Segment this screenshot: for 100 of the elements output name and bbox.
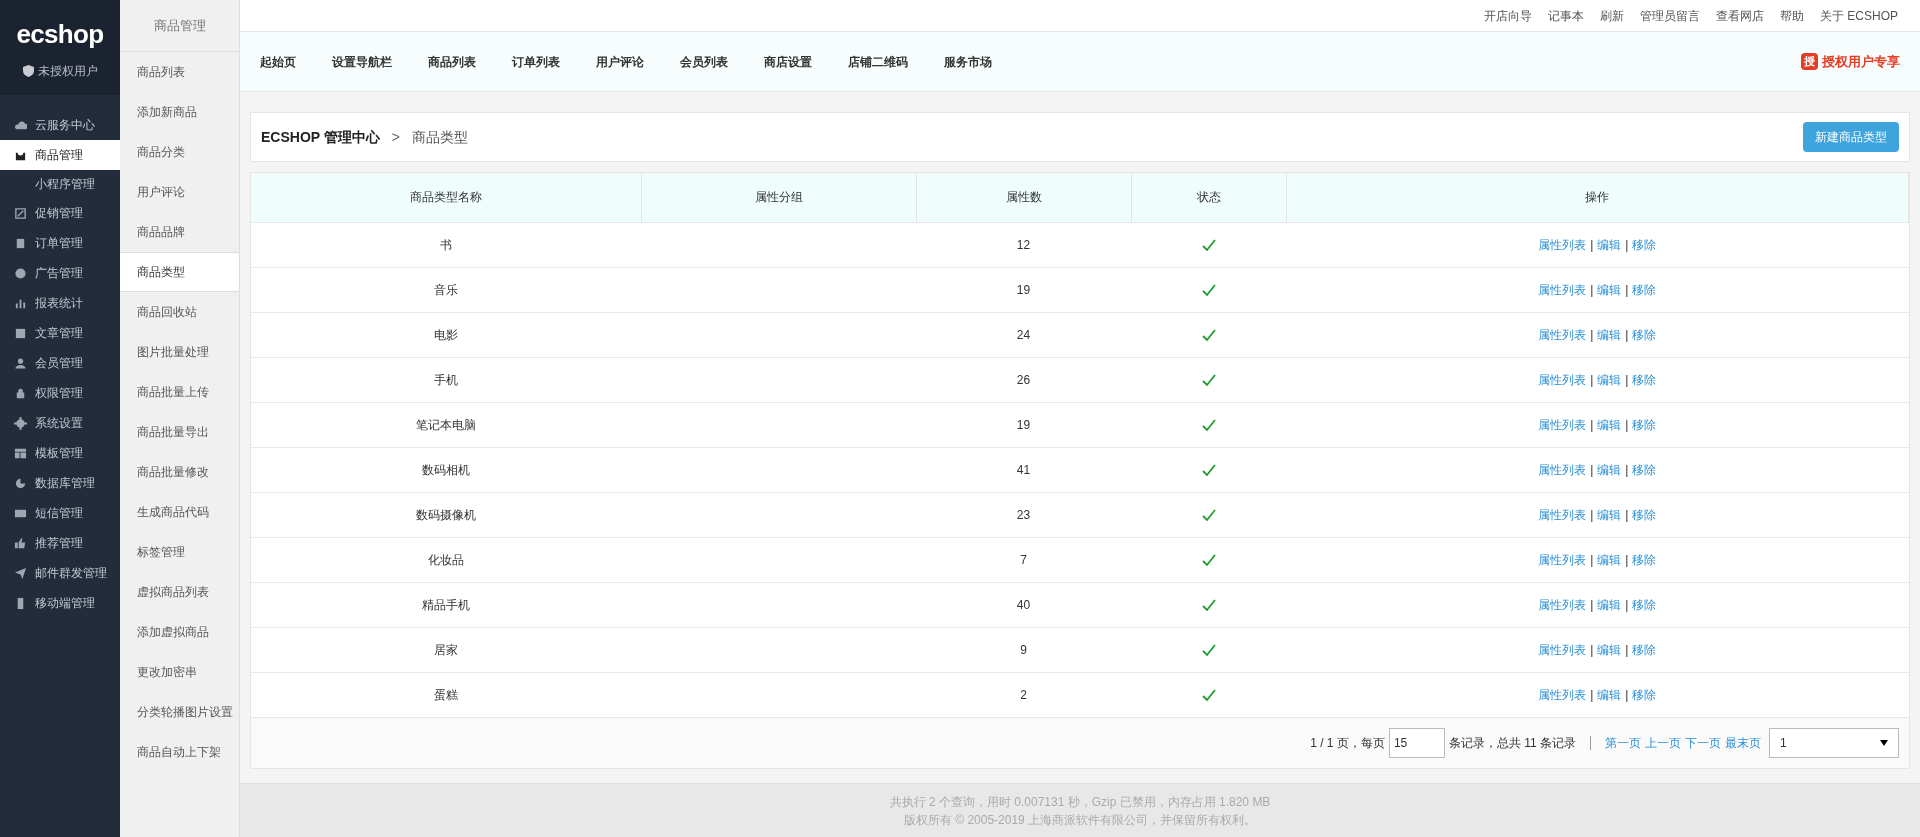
action-link[interactable]: 编辑 — [1597, 370, 1622, 389]
action-link[interactable]: 移除 — [1632, 325, 1657, 344]
action-link[interactable]: 移除 — [1632, 550, 1657, 569]
submenu-item[interactable]: 添加虚拟商品 — [120, 612, 239, 652]
sidebar-item[interactable]: 模板管理 — [0, 438, 120, 468]
submenu-item[interactable]: 商品自动上下架 — [120, 732, 239, 772]
top-link[interactable]: 帮助 — [1780, 6, 1804, 25]
action-link[interactable]: 编辑 — [1597, 325, 1622, 344]
action-link[interactable]: 移除 — [1632, 370, 1657, 389]
sidebar-item[interactable]: 促销管理 — [0, 198, 120, 228]
table-cell: 26 — [916, 357, 1131, 402]
table-cell: 40 — [916, 582, 1131, 627]
nav-link[interactable]: 会员列表 — [680, 52, 728, 71]
sidebar-item[interactable]: 报表统计 — [0, 288, 120, 318]
action-link[interactable]: 移除 — [1632, 460, 1657, 479]
submenu-item[interactable]: 商品批量上传 — [120, 372, 239, 412]
submenu-item[interactable]: 商品品牌 — [120, 212, 239, 252]
action-link[interactable]: 移除 — [1632, 280, 1657, 299]
action-link[interactable]: 移除 — [1632, 505, 1657, 524]
action-link[interactable]: 属性列表 — [1538, 415, 1587, 434]
page-size-field[interactable]: 15 — [1388, 728, 1445, 758]
sidebar-item[interactable]: 数据库管理 — [0, 468, 120, 498]
top-link[interactable]: 记事本 — [1548, 6, 1584, 25]
submenu-item[interactable]: 图片批量处理 — [120, 332, 239, 372]
top-link[interactable]: 开店向导 — [1484, 6, 1532, 25]
sidebar-subitem[interactable]: 小程序管理 — [0, 170, 120, 198]
submenu-item[interactable]: 虚拟商品列表 — [120, 572, 239, 612]
action-link[interactable]: 属性列表 — [1538, 370, 1587, 389]
link-separator: | — [1590, 326, 1594, 344]
action-link[interactable]: 编辑 — [1597, 685, 1622, 704]
sidebar-item[interactable]: 广告管理 — [0, 258, 120, 288]
nav-link[interactable]: 设置导航栏 — [332, 52, 392, 71]
sidebar-item[interactable]: 订单管理 — [0, 228, 120, 258]
nav-link[interactable]: 订单列表 — [512, 52, 560, 71]
action-link[interactable]: 移除 — [1632, 685, 1657, 704]
sidebar-item[interactable]: 系统设置 — [0, 408, 120, 438]
submenu-item[interactable]: 商品列表 — [120, 52, 239, 92]
submenu-item[interactable]: 用户评论 — [120, 172, 239, 212]
action-link[interactable]: 编辑 — [1597, 415, 1622, 434]
nav-link[interactable]: 起始页 — [260, 52, 296, 71]
page-select[interactable]: 1 — [1769, 728, 1899, 758]
action-link[interactable]: 编辑 — [1597, 280, 1622, 299]
sidebar-item[interactable]: 商品管理 — [0, 140, 120, 170]
action-link[interactable]: 属性列表 — [1538, 460, 1587, 479]
user-status: 未授权用户 — [37, 63, 98, 80]
breadcrumb-root[interactable]: ECSHOP 管理中心 — [261, 126, 380, 148]
action-link[interactable]: 属性列表 — [1538, 640, 1587, 659]
sidebar-item[interactable]: 文章管理 — [0, 318, 120, 348]
submenu-item[interactable]: 添加新商品 — [120, 92, 239, 132]
action-link[interactable]: 编辑 — [1597, 550, 1622, 569]
action-link[interactable]: 编辑 — [1597, 460, 1622, 479]
submenu-item[interactable]: 商品批量修改 — [120, 452, 239, 492]
page-link[interactable]: 下一页 — [1685, 734, 1721, 752]
action-link[interactable]: 移除 — [1632, 415, 1657, 434]
submenu-item[interactable]: 商品分类 — [120, 132, 239, 172]
sidebar-item[interactable]: 推荐管理 — [0, 528, 120, 558]
action-link[interactable]: 编辑 — [1597, 595, 1622, 614]
sidebar-item[interactable]: 会员管理 — [0, 348, 120, 378]
submenu-item[interactable]: 商品回收站 — [120, 292, 239, 332]
sidebar-item[interactable]: 移动端管理 — [0, 588, 120, 618]
table-cell: 蛋糕 — [251, 672, 641, 717]
authorized-user-link[interactable]: 授权用户专享 — [1822, 51, 1900, 72]
nav-link[interactable]: 用户评论 — [596, 52, 644, 71]
top-link[interactable]: 关于 ECSHOP — [1820, 6, 1898, 25]
action-link[interactable]: 属性列表 — [1538, 235, 1587, 254]
action-link[interactable]: 属性列表 — [1538, 685, 1587, 704]
action-link[interactable]: 属性列表 — [1538, 325, 1587, 344]
sidebar-item[interactable]: 云服务中心 — [0, 110, 120, 140]
submenu-item[interactable]: 商品类型 — [120, 252, 239, 292]
sidebar-item[interactable]: 权限管理 — [0, 378, 120, 408]
top-link[interactable]: 刷新 — [1600, 6, 1624, 25]
nav-link[interactable]: 店铺二维码 — [848, 52, 908, 71]
top-link[interactable]: 管理员留言 — [1640, 6, 1700, 25]
column-header: 属性分组 — [641, 173, 916, 222]
action-link[interactable]: 属性列表 — [1538, 280, 1587, 299]
action-link[interactable]: 属性列表 — [1538, 505, 1587, 524]
action-link[interactable]: 移除 — [1632, 235, 1657, 254]
dropdown-icon — [1880, 740, 1888, 746]
sidebar-item[interactable]: 短信管理 — [0, 498, 120, 528]
shield-icon — [22, 65, 34, 77]
action-link[interactable]: 属性列表 — [1538, 550, 1587, 569]
submenu-item[interactable]: 分类轮播图片设置 — [120, 692, 239, 732]
action-link[interactable]: 编辑 — [1597, 640, 1622, 659]
page-link[interactable]: 上一页 — [1645, 734, 1681, 752]
sidebar-item[interactable]: 邮件群发管理 — [0, 558, 120, 588]
nav-link[interactable]: 商店设置 — [764, 52, 812, 71]
nav-link[interactable]: 服务市场 — [944, 52, 992, 71]
page-link[interactable]: 第一页 — [1605, 734, 1641, 752]
submenu-item[interactable]: 标签管理 — [120, 532, 239, 572]
submenu-item[interactable]: 商品批量导出 — [120, 412, 239, 452]
action-link[interactable]: 属性列表 — [1538, 595, 1587, 614]
submenu-item[interactable]: 生成商品代码 — [120, 492, 239, 532]
page-link[interactable]: 最末页 — [1725, 734, 1761, 752]
action-link[interactable]: 编辑 — [1597, 235, 1622, 254]
action-link[interactable]: 移除 — [1632, 595, 1657, 614]
submenu-item[interactable]: 更改加密串 — [120, 652, 239, 692]
nav-link[interactable]: 商品列表 — [428, 52, 476, 71]
action-link[interactable]: 移除 — [1632, 640, 1657, 659]
action-link[interactable]: 编辑 — [1597, 505, 1622, 524]
top-link[interactable]: 查看网店 — [1716, 6, 1764, 25]
